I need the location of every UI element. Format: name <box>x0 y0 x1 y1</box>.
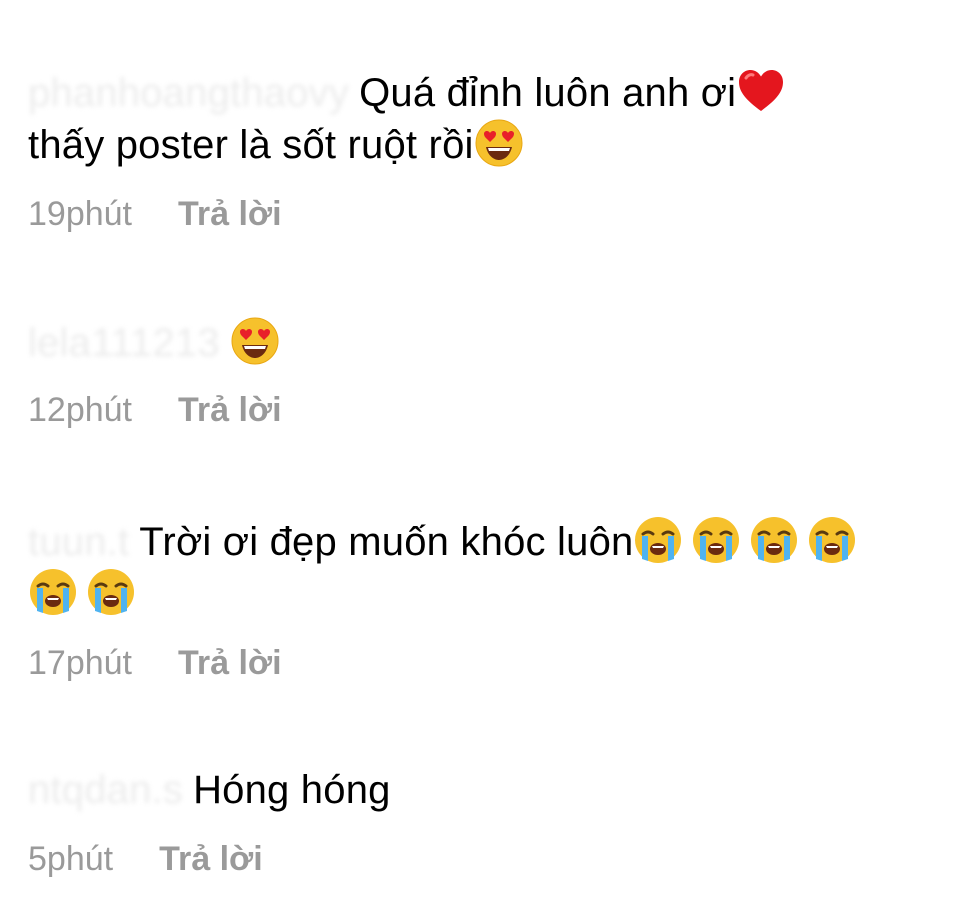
comment-timestamp: 5phút <box>28 840 114 878</box>
comment-username[interactable]: lela111213 <box>28 321 220 365</box>
comment-body: Hóng hóng <box>193 768 391 812</box>
comment-body: Quá đỉnh luôn anh ơi <box>359 71 737 115</box>
comment-timestamp: 12phút <box>28 391 132 429</box>
loudly-crying-face-icon <box>749 515 799 565</box>
comment-text-block: tuun.t Trời ơi đẹp muốn khóc luôn <box>28 515 942 619</box>
comment-body-line2: thấy poster là sốt ruột rồi <box>28 123 474 167</box>
reply-button[interactable]: Trả lời <box>178 390 282 430</box>
comment-meta: 12phút Trả lời <box>28 390 942 430</box>
loudly-crying-face-icon <box>86 567 136 617</box>
comment-item: tuun.t Trời ơi đẹp muốn khóc luôn 17phút T… <box>28 515 942 683</box>
loudly-crying-face-icon <box>691 515 741 565</box>
comment-body: Trời ơi đẹp muốn khóc luôn <box>139 520 634 564</box>
comment-username[interactable]: tuun.t <box>28 520 129 564</box>
comment-item: phanhoangthaovy Quá đỉnh luôn anh ơi thấy… <box>28 66 942 234</box>
comment-text-block: ntqdan.s Hóng hóng <box>28 765 942 815</box>
comment-username[interactable]: phanhoangthaovy <box>28 71 349 115</box>
reply-button[interactable]: Trả lời <box>159 839 263 879</box>
comment-timestamp: 19phút <box>28 195 132 233</box>
loudly-crying-face-icon <box>807 515 857 565</box>
loudly-crying-face-icon <box>28 567 78 617</box>
red-heart-icon <box>736 66 786 116</box>
comment-item: lela111213 12phút Trả lời <box>28 316 942 430</box>
comment-username[interactable]: ntqdan.s <box>28 768 183 812</box>
reply-button[interactable]: Trả lời <box>178 194 282 234</box>
heart-eyes-face-icon <box>474 118 524 168</box>
comment-meta: 17phút Trả lời <box>28 643 942 683</box>
reply-button[interactable]: Trả lời <box>178 643 282 683</box>
loudly-crying-face-icon <box>633 515 683 565</box>
comment-text-block: lela111213 <box>28 316 942 368</box>
comment-meta: 19phút Trả lời <box>28 194 942 234</box>
comment-text-block: phanhoangthaovy Quá đỉnh luôn anh ơi thấy… <box>28 66 942 170</box>
heart-eyes-face-icon <box>230 316 280 366</box>
comment-meta: 5phút Trả lời <box>28 839 942 879</box>
comment-item: ntqdan.s Hóng hóng 5phút Trả lời <box>28 765 942 879</box>
comment-timestamp: 17phút <box>28 644 132 682</box>
